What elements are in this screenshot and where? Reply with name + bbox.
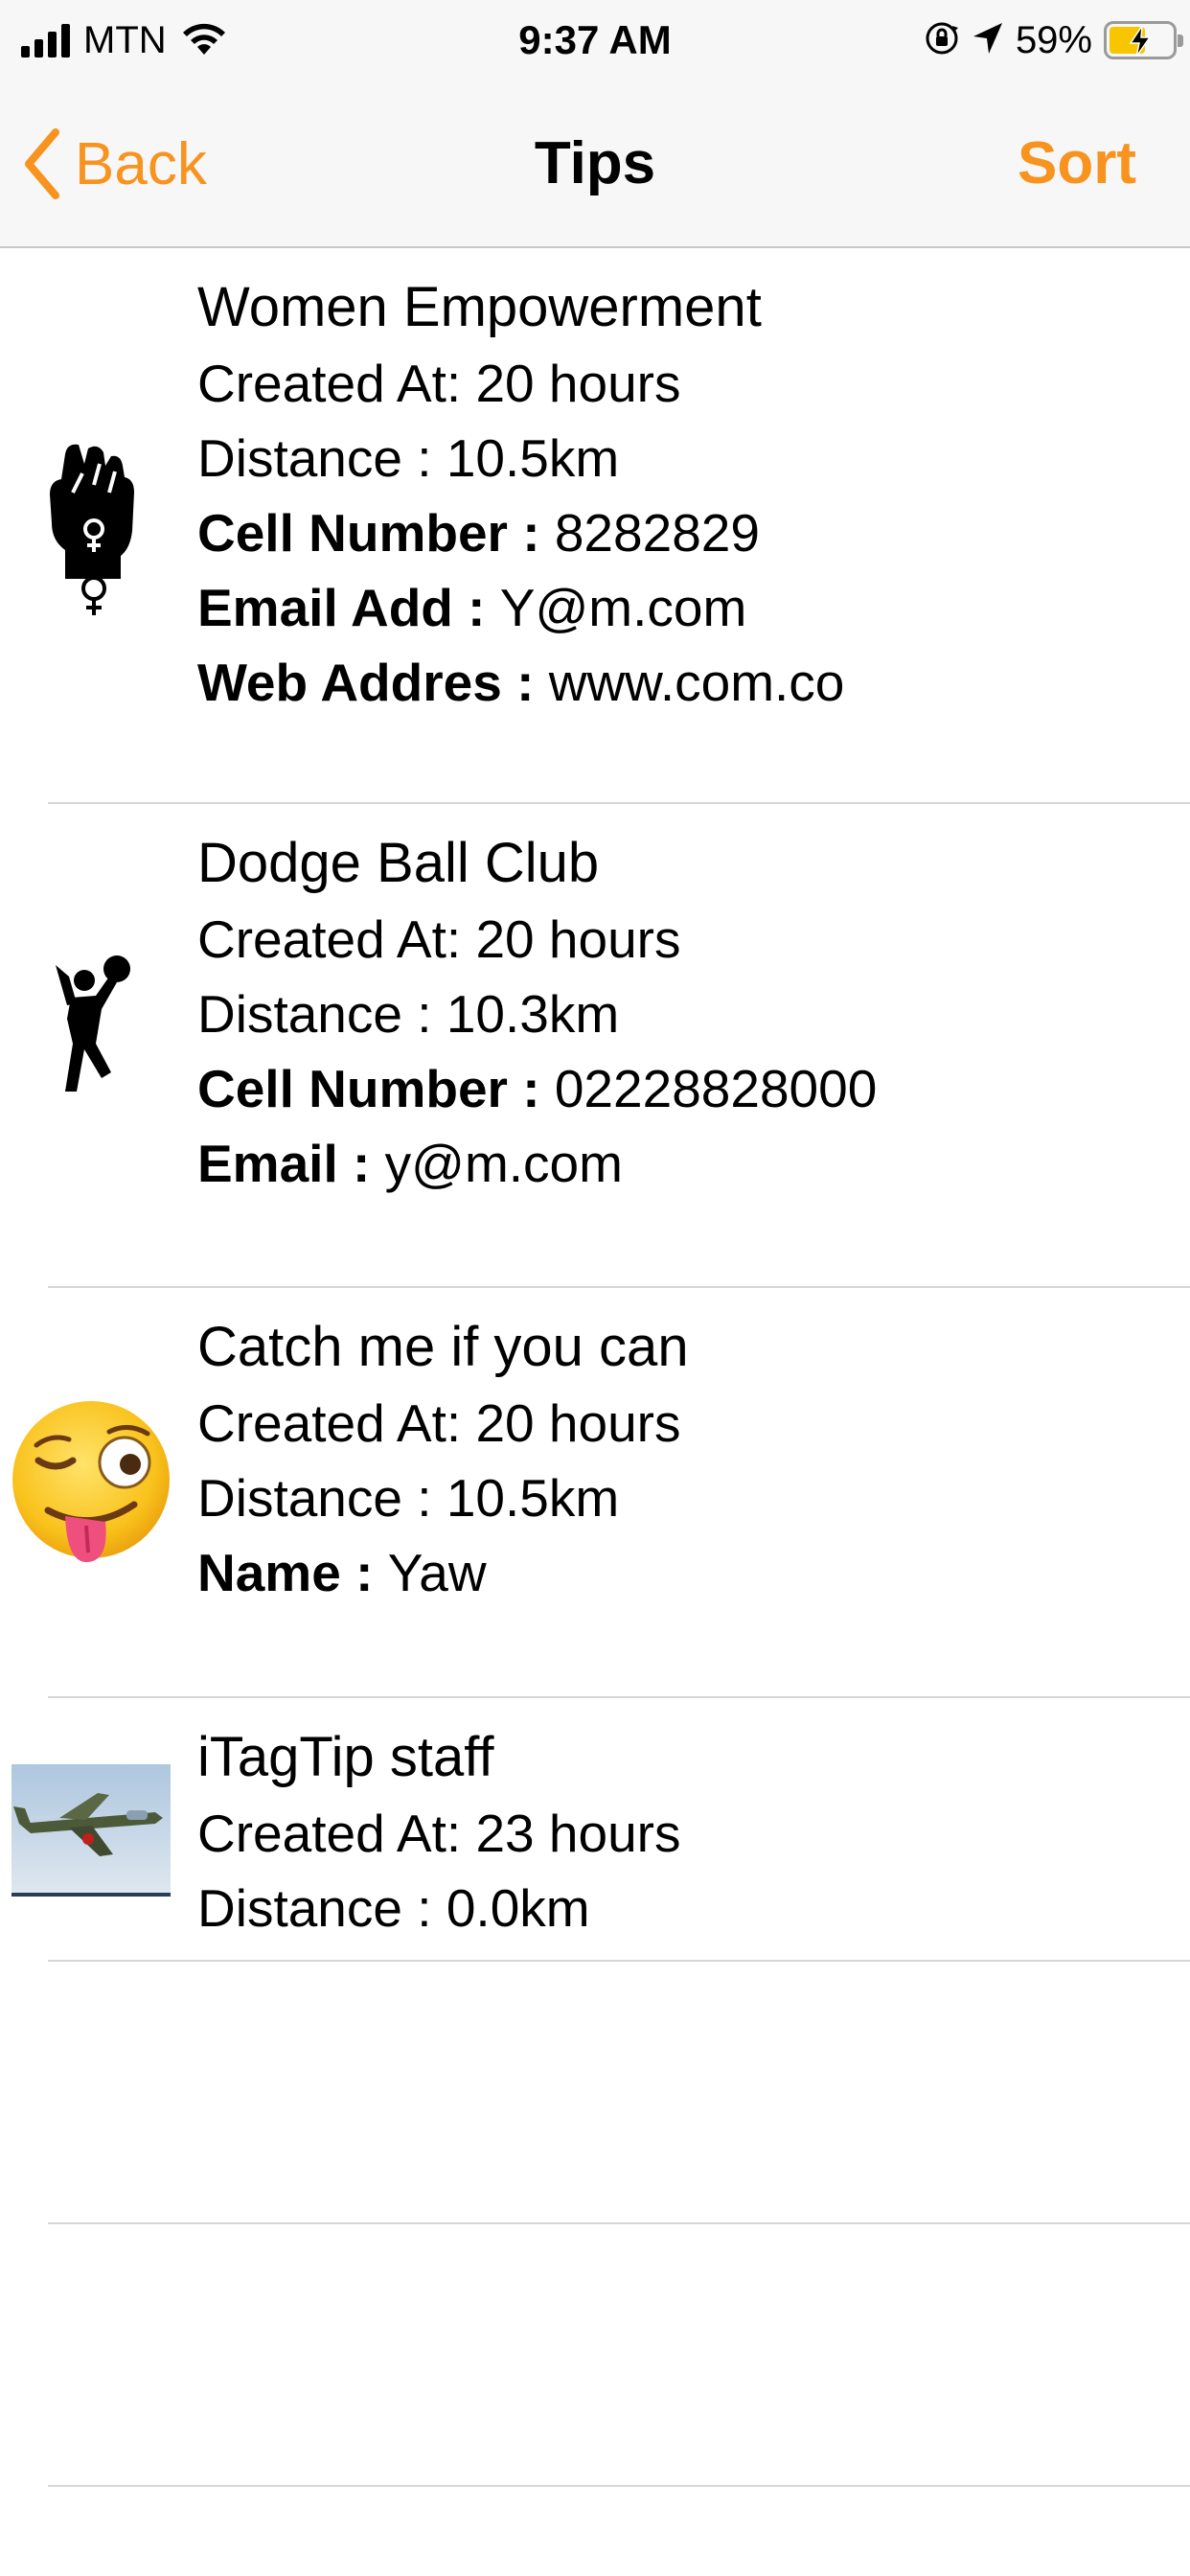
dodgeball-player-icon	[10, 948, 172, 1120]
tip-created-at: Created At: 20 hours	[197, 354, 681, 413]
orientation-lock-icon	[924, 20, 960, 61]
tip-distance: Distance : 10.5km	[197, 428, 620, 488]
tip-title: Catch me if you can	[197, 1316, 689, 1378]
tip-email: Email Add : Y@m.com	[197, 578, 747, 637]
tip-row-women-empowerment[interactable]: Women Empowerment Created At: 20 hours D…	[0, 248, 1190, 804]
tip-name: Name : Yaw	[197, 1543, 487, 1602]
tip-web-address: Web Addres : www.com.co	[197, 653, 845, 712]
navigation-bar: Back Tips Sort	[0, 80, 1190, 248]
tip-created-at: Created At: 23 hours	[197, 1804, 681, 1863]
tip-cell-number: Cell Number : 02228828000	[197, 1059, 878, 1118]
tips-list: Women Empowerment Created At: 20 hours D…	[0, 248, 1190, 2487]
empty-row	[0, 2224, 1190, 2487]
tip-row-dodge-ball-club[interactable]: Dodge Ball Club Created At: 20 hours Dis…	[0, 804, 1190, 1288]
tip-distance: Distance : 0.0km	[197, 1878, 590, 1938]
sort-button[interactable]: Sort	[1018, 121, 1136, 207]
tip-text: iTagTip staff Created At: 23 hours Dista…	[197, 1719, 681, 1945]
tip-title: Women Empowerment	[197, 276, 762, 338]
tip-distance: Distance : 10.5km	[197, 1468, 620, 1528]
tip-row-catch-me-if-you-can[interactable]: Catch me if you can Created At: 20 hours…	[0, 1288, 1190, 1698]
tip-created-at: Created At: 20 hours	[197, 909, 681, 969]
tip-email: Email : y@m.com	[197, 1134, 623, 1193]
tip-text: Catch me if you can Created At: 20 hours…	[197, 1309, 689, 1610]
tip-cell-number: Cell Number : 8282829	[197, 503, 760, 563]
tip-title: Dodge Ball Club	[197, 832, 600, 894]
tip-distance: Distance : 10.3km	[197, 984, 620, 1044]
location-icon	[972, 21, 1004, 60]
page-title: Tips	[534, 130, 656, 196]
raised-fist-female-symbol-icon	[10, 430, 172, 622]
airplane-photo	[10, 1763, 172, 1898]
tip-text: Women Empowerment Created At: 20 hours D…	[197, 269, 844, 720]
row-divider	[48, 2485, 1190, 2487]
tip-text: Dodge Ball Club Created At: 20 hours Dis…	[197, 825, 877, 1201]
tip-title: iTagTip staff	[197, 1726, 494, 1788]
winking-tongue-emoji-icon	[10, 1384, 172, 1585]
battery-charging-icon	[1104, 21, 1183, 59]
battery-percent: 59%	[1015, 18, 1092, 61]
tip-created-at: Created At: 20 hours	[197, 1393, 681, 1453]
tip-row-itagtip-staff[interactable]: iTagTip staff Created At: 23 hours Dista…	[0, 1698, 1190, 1962]
status-right: 59%	[924, 13, 1183, 67]
empty-row	[0, 1962, 1190, 2224]
status-bar: MTN 9:37 AM 59%	[0, 0, 1190, 80]
